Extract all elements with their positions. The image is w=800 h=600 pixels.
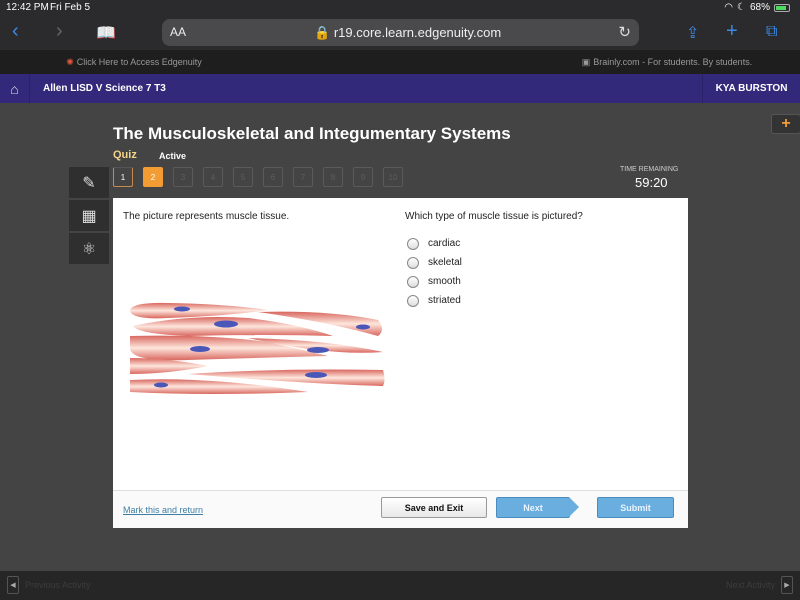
- tab-brainly[interactable]: ▣ Brainly.com - For students. By students…: [534, 50, 800, 74]
- text-size-button[interactable]: AA: [170, 25, 186, 39]
- reload-icon[interactable]: ↻: [618, 23, 631, 41]
- user-name[interactable]: KYA BURSTON: [702, 74, 800, 103]
- question-number-3: 3: [173, 167, 193, 187]
- question-number-8: 8: [323, 167, 343, 187]
- edgenuity-icon: ✺: [66, 56, 74, 67]
- next-button[interactable]: Next: [496, 497, 579, 518]
- submit-button[interactable]: Submit: [597, 497, 674, 518]
- next-activity-button[interactable]: Next Activity ▶: [726, 576, 793, 594]
- question-prompt: The picture represents muscle tissue.: [123, 211, 290, 222]
- question-panel: The picture represents muscle tissue. Wh…: [113, 198, 688, 528]
- time-remaining: 59:20: [635, 175, 668, 190]
- battery-icon: [774, 3, 790, 12]
- clock: 12:42 PM: [6, 2, 49, 13]
- share-icon[interactable]: ⇪: [686, 23, 699, 43]
- calculator-icon[interactable]: ▦: [69, 200, 109, 233]
- right-arrow-icon: ▶: [781, 576, 793, 594]
- question-number-5: 5: [233, 167, 253, 187]
- radio-button[interactable]: [407, 294, 419, 307]
- question-number-1[interactable]: 1: [113, 167, 133, 187]
- date: Fri Feb 5: [50, 2, 91, 13]
- answer-options: cardiac skeletal smooth striated: [407, 234, 462, 310]
- activity-status: Active: [159, 151, 187, 161]
- option-label: cardiac: [428, 238, 461, 249]
- question-footer: Mark this and return Save and Exit Next …: [113, 490, 688, 528]
- activity-type: Quiz: [113, 149, 137, 161]
- status-bar: 12:42 PM Fri Feb 5 ◠ ☾ 68%: [0, 0, 800, 16]
- new-tab-icon[interactable]: +: [726, 20, 738, 43]
- left-arrow-icon: ◀: [7, 576, 19, 594]
- question-number-4: 4: [203, 167, 223, 187]
- moon-icon: ☾: [737, 2, 746, 13]
- question-number-7: 7: [293, 167, 313, 187]
- answer-option-striated[interactable]: striated: [407, 291, 462, 310]
- course-header: ⌂ Allen LISD V Science 7 T3 KYA BURSTON: [0, 74, 800, 103]
- tab-bar: ✺Click Here to Access Edgenuity ☒✕Allen …: [0, 50, 800, 225]
- url-text: r19.core.learn.edgenuity.com: [333, 25, 502, 40]
- question-number-2[interactable]: 2: [143, 167, 163, 187]
- tool-sidebar: ✎ ▦ ⚛: [69, 167, 109, 266]
- pencil-icon[interactable]: ✎: [69, 167, 109, 200]
- radio-button[interactable]: [407, 275, 419, 288]
- option-label: smooth: [428, 276, 461, 287]
- question-navigator: 1 2 3 4 5 6 7 8 9 10: [113, 167, 403, 187]
- lock-icon: 🔒: [314, 25, 331, 40]
- atom-icon[interactable]: ⚛: [69, 233, 109, 266]
- bookmarks-icon[interactable]: 📖: [96, 23, 116, 43]
- answer-option-cardiac[interactable]: cardiac: [407, 234, 462, 253]
- radio-button[interactable]: [407, 256, 419, 269]
- save-and-exit-button[interactable]: Save and Exit: [381, 497, 487, 518]
- question-text: Which type of muscle tissue is pictured?: [405, 211, 583, 222]
- answer-option-skeletal[interactable]: skeletal: [407, 253, 462, 272]
- brainly-icon: ▣: [581, 56, 591, 67]
- question-number-6: 6: [263, 167, 283, 187]
- plus-icon[interactable]: +: [771, 114, 800, 134]
- previous-activity-button[interactable]: ◀ Previous Activity: [7, 576, 91, 594]
- wifi-icon: ◠: [724, 2, 734, 13]
- back-icon[interactable]: ‹: [12, 20, 19, 43]
- mark-and-return-link[interactable]: Mark this and return: [123, 505, 203, 515]
- radio-button[interactable]: [407, 237, 419, 250]
- time-remaining-label: TIME REMAINING: [620, 166, 679, 172]
- forward-icon[interactable]: ›: [56, 20, 63, 43]
- option-label: skeletal: [428, 257, 462, 268]
- address-bar[interactable]: AA 🔒 r19.core.learn.edgenuity.com ↻: [162, 19, 639, 46]
- battery-percent: 68%: [749, 2, 770, 13]
- page-title: The Musculoskeletal and Integumentary Sy…: [113, 124, 511, 143]
- question-number-9: 9: [353, 167, 373, 187]
- tab-edgenuity-access[interactable]: ✺ Click Here to Access Edgenuity: [0, 50, 268, 74]
- option-label: striated: [428, 295, 461, 306]
- tabs-icon[interactable]: ⧉: [766, 23, 777, 41]
- activity-nav-bar: ◀ Previous Activity Next Activity ▶: [0, 571, 800, 600]
- home-icon[interactable]: ⌂: [0, 74, 30, 103]
- question-number-10: 10: [383, 167, 403, 187]
- answer-option-smooth[interactable]: smooth: [407, 272, 462, 291]
- browser-toolbar: ‹ › 📖 AA 🔒 r19.core.learn.edgenuity.com …: [0, 16, 800, 50]
- course-name: Allen LISD V Science 7 T3: [43, 83, 166, 94]
- muscle-tissue-image: [130, 302, 385, 394]
